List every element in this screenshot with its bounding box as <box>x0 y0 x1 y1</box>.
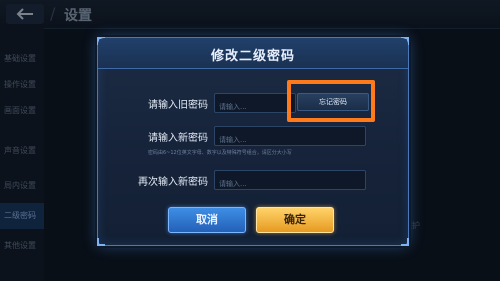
dialog-header: 修改二级密码 <box>98 38 408 69</box>
corner-decoration <box>97 238 105 246</box>
old-password-label: 请输入旧密码 <box>148 100 208 111</box>
confirm-password-input[interactable] <box>215 175 365 193</box>
corner-decoration <box>401 238 409 246</box>
old-password-input[interactable] <box>215 98 295 116</box>
confirm-password-field[interactable] <box>214 170 366 193</box>
new-password-input[interactable] <box>215 131 365 149</box>
password-rule-hint: 密码由6~12位英文字母、数字以及特殊符号组合，请区分大小写 <box>148 150 292 156</box>
confirm-password-label: 再次输入新密码 <box>138 177 208 188</box>
confirm-button[interactable]: 确定 <box>256 207 334 233</box>
new-password-label: 请输入新密码 <box>148 133 208 144</box>
new-password-field[interactable] <box>214 126 366 149</box>
cancel-button[interactable]: 取消 <box>168 207 246 233</box>
dialog-title: 修改二级密码 <box>210 49 295 64</box>
change-password-dialog: 修改二级密码 请输入旧密码 忘记密码 请输入新密码 密码由6~12位英文字母、数… <box>97 37 409 246</box>
old-password-field[interactable] <box>214 93 296 116</box>
highlight-annotation <box>287 80 375 122</box>
